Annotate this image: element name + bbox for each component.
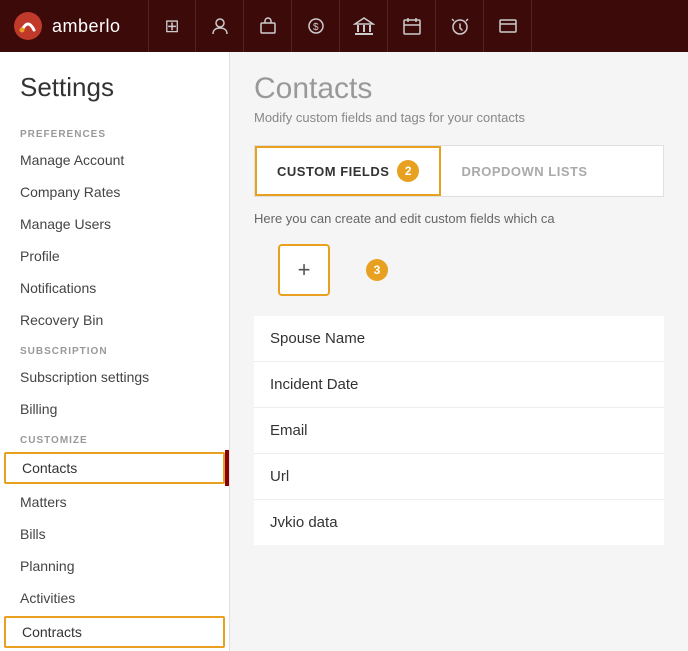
tab-custom-fields[interactable]: CUSTOM FIELDS 2 xyxy=(255,146,441,196)
nav-dollar-icon[interactable]: $ xyxy=(292,0,340,52)
nav-icons-container: ⊞ $ xyxy=(148,0,676,52)
field-row-spouse-name[interactable]: Spouse Name xyxy=(254,316,664,362)
sidebar-item-contracts[interactable]: Contracts xyxy=(4,616,225,648)
nav-calendar-icon[interactable] xyxy=(388,0,436,52)
sidebar-item-profile[interactable]: Profile xyxy=(0,240,229,272)
section-label-preferences: PREFERENCES xyxy=(0,119,229,144)
description-text: Here you can create and edit custom fiel… xyxy=(230,197,688,236)
section-label-customize: CUSTOMIZE xyxy=(0,425,229,450)
active-bar-indicator xyxy=(225,450,229,486)
svg-text:$: $ xyxy=(313,22,319,33)
add-field-button[interactable]: + xyxy=(278,244,330,296)
field-row-jvkio-data[interactable]: Jvkio data xyxy=(254,500,664,545)
tab-custom-fields-label: CUSTOM FIELDS xyxy=(277,164,389,179)
content-area: Contacts Modify custom fields and tags f… xyxy=(230,52,688,651)
logo-icon xyxy=(12,10,44,42)
sidebar-item-contacts-wrapper: Contacts xyxy=(0,450,229,486)
nav-window-icon[interactable] xyxy=(484,0,532,52)
section-label-subscription: SUBSCRIPTION xyxy=(0,336,229,361)
nav-history-icon[interactable] xyxy=(436,0,484,52)
sidebar-item-notifications[interactable]: Notifications xyxy=(0,272,229,304)
sidebar-title: Settings xyxy=(0,52,229,119)
nav-grid-icon[interactable]: ⊞ xyxy=(148,0,196,52)
nav-briefcase-icon[interactable] xyxy=(244,0,292,52)
fields-list: Spouse Name Incident Date Email Url Jvki… xyxy=(254,316,664,545)
sidebar-item-planning[interactable]: Planning xyxy=(0,550,229,582)
main-layout: Settings PREFERENCES Manage Account Comp… xyxy=(0,52,688,651)
sidebar-item-company-rates[interactable]: Company Rates xyxy=(0,176,229,208)
nav-person-icon[interactable] xyxy=(196,0,244,52)
tab-dropdown-lists[interactable]: DROPDOWN LISTS xyxy=(441,152,607,191)
tab-dropdown-lists-label: DROPDOWN LISTS xyxy=(461,164,587,179)
field-row-incident-date[interactable]: Incident Date xyxy=(254,362,664,408)
add-button-badge: 3 xyxy=(366,259,388,281)
sidebar-item-subscription-settings[interactable]: Subscription settings xyxy=(0,361,229,393)
content-header: Contacts Modify custom fields and tags f… xyxy=(230,52,688,145)
sidebar-item-bills[interactable]: Bills xyxy=(0,518,229,550)
plus-icon: + xyxy=(298,259,311,281)
top-navigation: amberlo ⊞ $ xyxy=(0,0,688,52)
sidebar-item-manage-users[interactable]: Manage Users xyxy=(0,208,229,240)
add-button-area: + 3 xyxy=(230,236,688,308)
sidebar-item-manage-account[interactable]: Manage Account xyxy=(0,144,229,176)
sidebar-item-billing[interactable]: Billing xyxy=(0,393,229,425)
tab-custom-fields-badge: 2 xyxy=(397,160,419,182)
nav-bank-icon[interactable] xyxy=(340,0,388,52)
sidebar-item-activities[interactable]: Activities xyxy=(0,582,229,614)
field-row-url[interactable]: Url xyxy=(254,454,664,500)
logo-area: amberlo xyxy=(12,10,132,42)
logo-text: amberlo xyxy=(52,16,121,37)
tabs-row: CUSTOM FIELDS 2 DROPDOWN LISTS xyxy=(254,145,664,197)
content-subtitle: Modify custom fields and tags for your c… xyxy=(254,110,664,125)
sidebar-item-recovery-bin[interactable]: Recovery Bin xyxy=(0,304,229,336)
field-row-email[interactable]: Email xyxy=(254,408,664,454)
sidebar-item-contacts[interactable]: Contacts xyxy=(4,452,225,484)
content-title: Contacts xyxy=(254,72,664,106)
sidebar-item-matters[interactable]: Matters xyxy=(0,486,229,518)
sidebar: Settings PREFERENCES Manage Account Comp… xyxy=(0,52,230,651)
